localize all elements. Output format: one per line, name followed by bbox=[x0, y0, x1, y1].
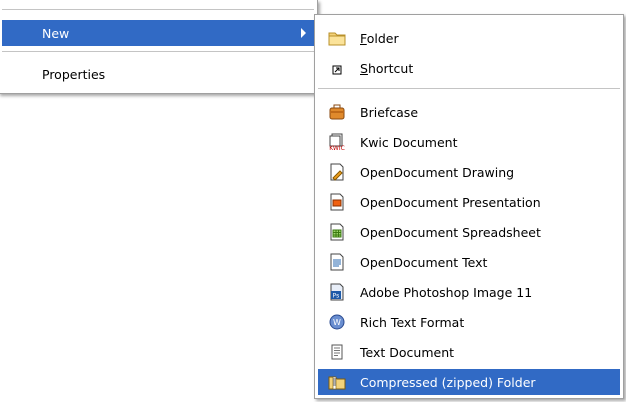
svg-text:Ps: Ps bbox=[333, 293, 340, 300]
menu-item-properties-label: Properties bbox=[42, 66, 106, 82]
new-submenu: Folder Shortcut Briefcase KWIC Kwic Docu… bbox=[314, 14, 624, 399]
menu-item-briefcase[interactable]: Briefcase bbox=[318, 99, 620, 125]
submenu-arrow-icon bbox=[301, 28, 306, 38]
menu-separator bbox=[318, 88, 620, 89]
opendocument-text-icon bbox=[328, 253, 346, 271]
svg-text:W: W bbox=[333, 318, 341, 327]
photoshop-image-icon: Ps bbox=[328, 283, 346, 301]
menu-item-rich-text-format[interactable]: W Rich Text Format bbox=[318, 309, 620, 335]
text-document-icon bbox=[328, 343, 346, 361]
menu-item-text-document[interactable]: Text Document bbox=[318, 339, 620, 365]
menu-item-shortcut[interactable]: Shortcut bbox=[318, 55, 620, 81]
menu-item-opendocument-drawing[interactable]: OpenDocument Drawing bbox=[318, 159, 620, 185]
rich-text-format-icon: W bbox=[328, 313, 346, 331]
menu-item-kwic-document[interactable]: KWIC Kwic Document bbox=[318, 129, 620, 155]
opendocument-drawing-icon bbox=[328, 163, 346, 181]
opendocument-presentation-icon bbox=[328, 193, 346, 211]
kwic-document-icon: KWIC bbox=[328, 133, 346, 151]
menu-item-opendocument-presentation[interactable]: OpenDocument Presentation bbox=[318, 189, 620, 215]
menu-item-new[interactable]: New bbox=[2, 20, 314, 46]
opendocument-spreadsheet-icon bbox=[328, 223, 346, 241]
menu-separator bbox=[2, 9, 314, 10]
menu-item-opendocument-spreadsheet[interactable]: OpenDocument Spreadsheet bbox=[318, 219, 620, 245]
menu-item-photoshop-image[interactable]: Ps Adobe Photoshop Image 11 bbox=[318, 279, 620, 305]
menu-item-new-label: New bbox=[42, 25, 70, 41]
menu-item-compressed-folder[interactable]: Compressed (zipped) Folder bbox=[318, 369, 620, 395]
zip-folder-icon bbox=[328, 373, 346, 391]
menu-item-opendocument-text[interactable]: OpenDocument Text bbox=[318, 249, 620, 275]
menu-item-properties[interactable]: Properties bbox=[2, 61, 314, 87]
menu-item-folder[interactable]: Folder bbox=[318, 25, 620, 51]
shortcut-icon bbox=[328, 59, 346, 77]
context-menu: New Properties bbox=[0, 0, 318, 94]
svg-text:KWIC: KWIC bbox=[329, 145, 345, 151]
briefcase-icon bbox=[328, 103, 346, 121]
folder-icon bbox=[328, 29, 346, 47]
menu-separator bbox=[2, 51, 314, 52]
